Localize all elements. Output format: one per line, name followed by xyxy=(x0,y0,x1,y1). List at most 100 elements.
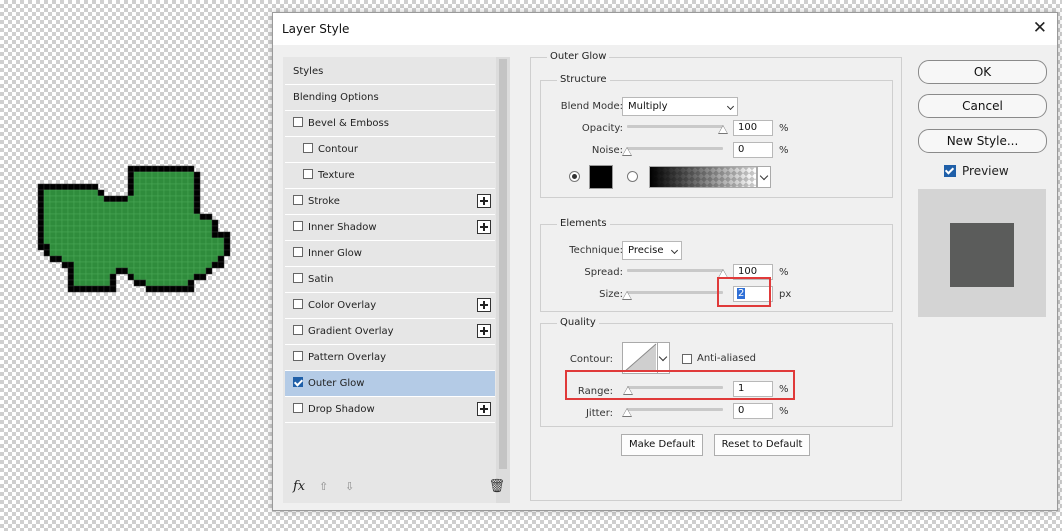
blend-mode-select[interactable]: Multiply xyxy=(622,97,738,116)
layer-style-dialog: Layer Style ✕ Styles Blending Options Beve… xyxy=(272,12,1058,511)
style-item-stroke[interactable]: Stroke xyxy=(285,189,495,215)
style-item-color-overlay[interactable]: Color Overlay xyxy=(285,293,495,319)
bevel-emboss-checkbox[interactable] xyxy=(293,117,303,127)
anti-aliased-label: Anti-aliased xyxy=(697,353,757,364)
pattern-overlay-checkbox[interactable] xyxy=(293,351,303,361)
style-item-label: Inner Shadow xyxy=(308,222,377,233)
contour-checkbox[interactable] xyxy=(303,143,313,153)
jitter-input[interactable]: 0 xyxy=(733,403,773,419)
gradient-dropdown-chevron-icon[interactable] xyxy=(757,166,771,188)
add-color-overlay-plus-icon[interactable] xyxy=(477,298,491,312)
style-item-outer-glow[interactable]: Outer Glow xyxy=(285,371,495,397)
size-label: Size: xyxy=(599,289,623,300)
add-gradient-overlay-plus-icon[interactable] xyxy=(477,324,491,338)
preview-checkbox[interactable] xyxy=(944,165,956,177)
styles-scrollbar-thumb[interactable] xyxy=(499,59,507,469)
close-icon[interactable]: ✕ xyxy=(1033,18,1047,38)
spread-slider-track[interactable] xyxy=(627,269,723,272)
style-item-label: Stroke xyxy=(308,196,340,207)
style-item-label: Satin xyxy=(308,274,334,285)
title-bar[interactable]: Layer Style ✕ xyxy=(273,13,1057,45)
style-item-contour[interactable]: Contour xyxy=(285,137,495,163)
move-up-icon[interactable]: ⇧ xyxy=(319,480,328,493)
style-item-inner-shadow[interactable]: Inner Shadow xyxy=(285,215,495,241)
inner-shadow-checkbox[interactable] xyxy=(293,221,303,231)
outer-glow-checkbox[interactable] xyxy=(293,377,303,387)
gradient-overlay-checkbox[interactable] xyxy=(293,325,303,335)
cancel-button[interactable]: Cancel xyxy=(918,94,1047,118)
glow-gradient-picker[interactable] xyxy=(649,166,757,188)
preview-label: Preview xyxy=(962,164,1009,178)
styles-toolbar: fx ⇧ ⇩ 🗑 xyxy=(293,479,505,497)
style-item-satin[interactable]: Satin xyxy=(285,267,495,293)
technique-value: Precise xyxy=(628,245,664,256)
fx-icon[interactable]: fx xyxy=(293,479,305,494)
new-style-button[interactable]: New Style... xyxy=(918,129,1047,153)
satin-checkbox[interactable] xyxy=(293,273,303,283)
glow-color-swatch[interactable] xyxy=(589,165,613,189)
jitter-slider-thumb[interactable] xyxy=(622,408,632,417)
add-drop-shadow-plus-icon[interactable] xyxy=(477,402,491,416)
make-default-button[interactable]: Make Default xyxy=(621,434,703,456)
blend-mode-label: Blend Mode: xyxy=(560,101,623,112)
size-slider-thumb[interactable] xyxy=(622,291,632,300)
elements-group: Elements Technique: Precise Spread: 100 … xyxy=(540,218,893,312)
trash-icon[interactable]: 🗑 xyxy=(488,479,505,494)
elements-title: Elements xyxy=(557,218,610,229)
style-item-inner-glow[interactable]: Inner Glow xyxy=(285,241,495,267)
style-item-pattern-overlay[interactable]: Pattern Overlay xyxy=(285,345,495,371)
dialog-title: Layer Style xyxy=(282,22,350,36)
stroke-checkbox[interactable] xyxy=(293,195,303,205)
noise-slider-thumb[interactable] xyxy=(622,147,632,156)
inner-glow-checkbox[interactable] xyxy=(293,247,303,257)
style-item-label: Bevel & Emboss xyxy=(308,118,389,129)
styles-panel: Styles Blending Options Bevel & Emboss Cont… xyxy=(283,57,510,503)
style-item-label: Drop Shadow xyxy=(308,404,375,415)
noise-input[interactable]: 0 xyxy=(733,142,773,158)
contour-curve-icon xyxy=(623,343,657,373)
chevron-down-icon xyxy=(670,246,679,255)
style-item-label: Pattern Overlay xyxy=(308,352,387,363)
color-overlay-checkbox[interactable] xyxy=(293,299,303,309)
preview-box xyxy=(918,189,1046,317)
move-down-icon[interactable]: ⇩ xyxy=(345,480,354,493)
size-slider-track[interactable] xyxy=(627,291,723,294)
add-inner-shadow-plus-icon[interactable] xyxy=(477,220,491,234)
opacity-input[interactable]: 100 xyxy=(733,120,773,136)
style-item-blending-options[interactable]: Blending Options xyxy=(285,85,495,111)
range-highlight-box xyxy=(565,370,795,400)
style-item-styles[interactable]: Styles xyxy=(285,59,495,85)
reset-to-default-button[interactable]: Reset to Default xyxy=(714,434,810,456)
outer-glow-group: Outer Glow Structure Blend Mode: Multipl… xyxy=(530,51,902,501)
style-item-bevel-emboss[interactable]: Bevel & Emboss xyxy=(285,111,495,137)
solid-color-radio[interactable] xyxy=(569,171,580,182)
spread-label: Spread: xyxy=(584,267,623,278)
preview-thumbnail xyxy=(950,223,1014,287)
style-item-label: Color Overlay xyxy=(308,300,377,311)
technique-label: Technique: xyxy=(569,245,623,256)
add-stroke-plus-icon[interactable] xyxy=(477,194,491,208)
style-item-gradient-overlay[interactable]: Gradient Overlay xyxy=(285,319,495,345)
technique-select[interactable]: Precise xyxy=(622,241,682,260)
style-item-texture[interactable]: Texture xyxy=(285,163,495,189)
style-item-label: Inner Glow xyxy=(308,248,362,259)
jitter-slider-track[interactable] xyxy=(627,408,723,411)
style-item-label: Blending Options xyxy=(293,92,379,103)
structure-group: Structure Blend Mode: Multiply Opacity: … xyxy=(540,74,893,198)
opacity-slider-thumb[interactable] xyxy=(718,125,728,134)
style-item-label: Styles xyxy=(293,66,324,77)
opacity-slider-track[interactable] xyxy=(627,125,723,128)
canvas-pixel-art xyxy=(37,165,231,293)
jitter-unit: % xyxy=(779,406,789,417)
style-item-drop-shadow[interactable]: Drop Shadow xyxy=(285,397,495,423)
noise-label: Noise: xyxy=(591,145,623,156)
spread-unit: % xyxy=(779,267,789,278)
anti-aliased-checkbox[interactable] xyxy=(682,354,692,364)
drop-shadow-checkbox[interactable] xyxy=(293,403,303,413)
texture-checkbox[interactable] xyxy=(303,169,313,179)
structure-title: Structure xyxy=(557,74,610,85)
styles-scrollbar[interactable] xyxy=(496,57,510,503)
gradient-radio[interactable] xyxy=(627,171,638,182)
ok-button[interactable]: OK xyxy=(918,60,1047,84)
noise-slider-track[interactable] xyxy=(627,147,723,150)
